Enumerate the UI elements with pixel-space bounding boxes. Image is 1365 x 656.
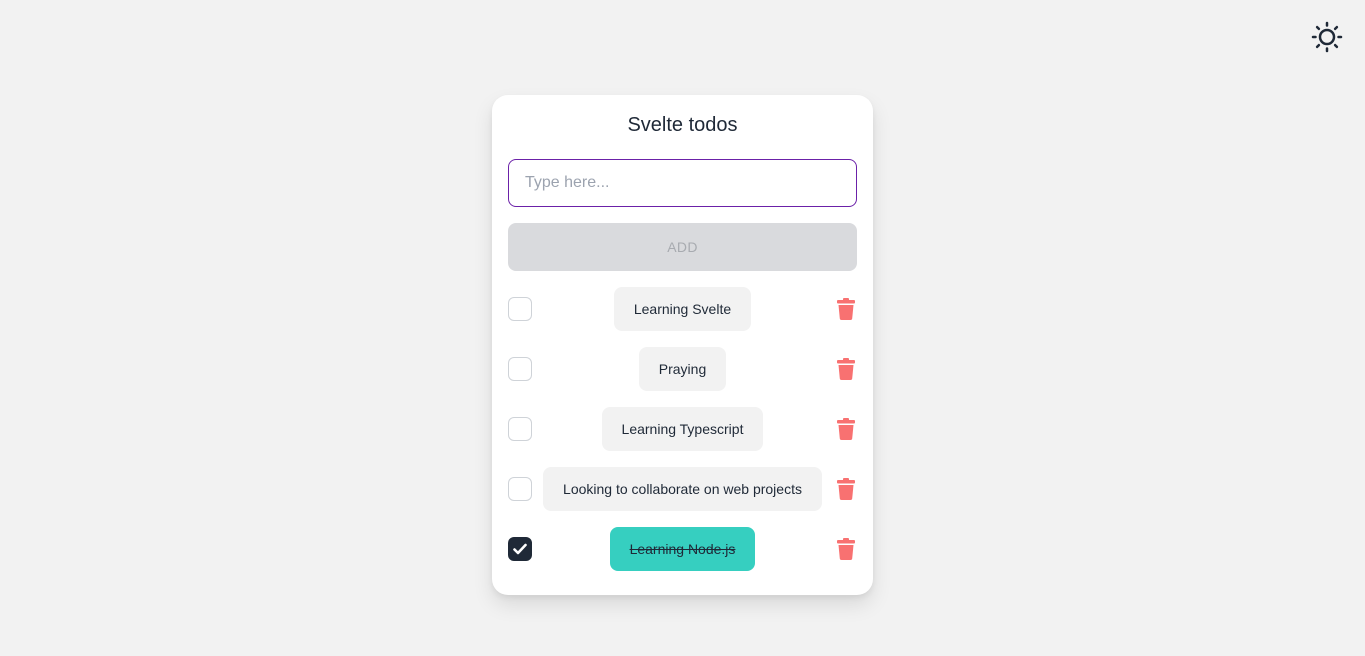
todo-checkbox[interactable] [508,297,532,321]
todo-text[interactable]: Learning Svelte [613,287,752,331]
todo-input[interactable] [508,159,857,207]
todo-card: Svelte todos ADD Learning Svelte Praying… [492,95,873,595]
todo-checkbox[interactable] [508,417,532,441]
trash-icon[interactable] [837,418,855,440]
todo-item: Learning Typescript [508,407,857,451]
todo-item: Learning Svelte [508,287,857,331]
todo-text-done[interactable]: Learning Node.js [609,527,756,571]
todo-checkbox[interactable] [508,357,532,381]
trash-icon[interactable] [837,478,855,500]
todo-item: Looking to collaborate on web projects [508,467,857,511]
todo-item: Praying [508,347,857,391]
todo-text[interactable]: Looking to collaborate on web projects [543,467,822,511]
todo-text[interactable]: Learning Typescript [601,407,764,451]
todo-checkbox[interactable] [508,477,532,501]
todo-checkbox-checked[interactable] [508,537,532,561]
theme-toggle-button[interactable] [1311,21,1343,53]
todo-list: Learning Svelte Praying Learning Typescr… [508,287,857,587]
trash-icon[interactable] [837,358,855,380]
todo-item: Learning Node.js [508,527,857,571]
add-button[interactable]: ADD [508,223,857,271]
checkmark-icon [513,543,527,555]
trash-icon[interactable] [837,538,855,560]
trash-icon[interactable] [837,298,855,320]
todo-text[interactable]: Praying [638,347,727,391]
app-title: Svelte todos [627,114,738,136]
sun-icon [1311,21,1343,53]
